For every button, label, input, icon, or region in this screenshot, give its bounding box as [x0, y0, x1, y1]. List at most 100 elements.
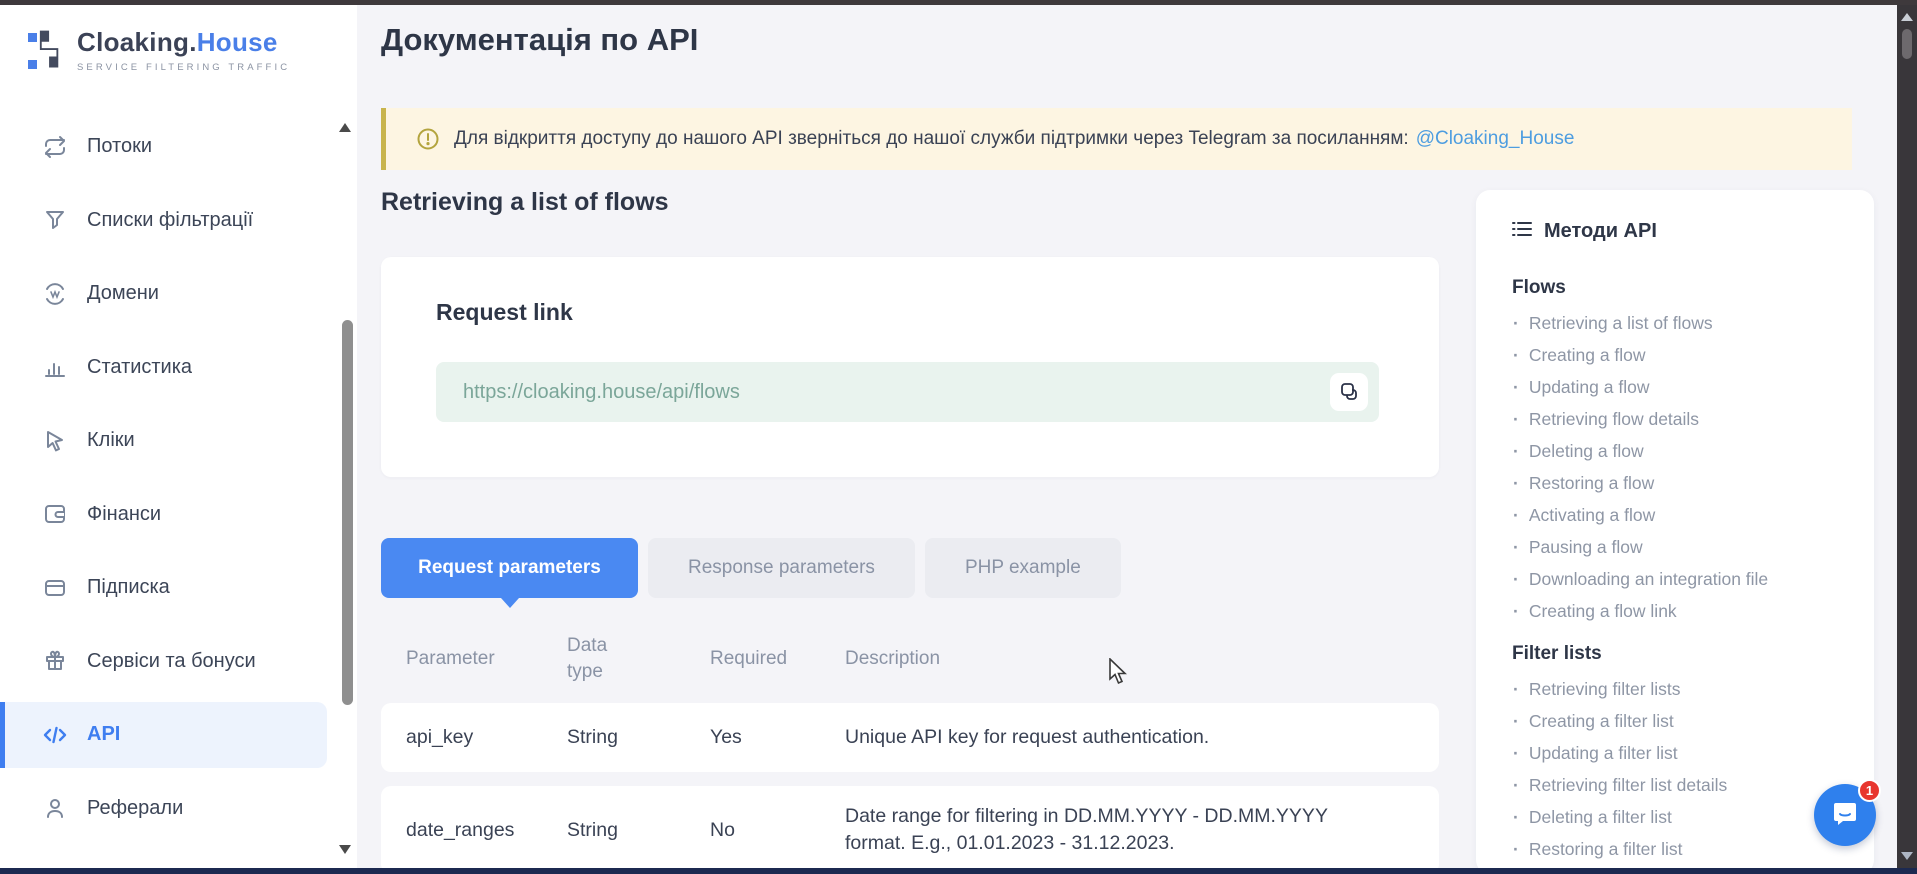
- clicks-icon: [41, 429, 69, 453]
- chat-widget-button[interactable]: 1: [1814, 784, 1876, 846]
- request-url: https://cloaking.house/api/flows: [463, 381, 740, 404]
- sidebar-item-subscription[interactable]: Підписка: [0, 551, 357, 625]
- method-link[interactable]: Updating a filter list: [1476, 737, 1874, 769]
- table-row: date_ranges String No Date range for fil…: [381, 786, 1439, 874]
- cell-data-type: String: [567, 726, 710, 749]
- method-link[interactable]: Creating a flow: [1476, 339, 1874, 371]
- sidebar-item-finances[interactable]: Фінанси: [0, 478, 357, 552]
- column-header-data-type: Data type: [567, 633, 710, 684]
- page-scrollbar[interactable]: [1897, 5, 1917, 868]
- methods-group-filter-lists: Filter lists: [1512, 643, 1874, 665]
- method-link[interactable]: Retrieving filter lists: [1476, 673, 1874, 705]
- method-link[interactable]: Updating a flow: [1476, 371, 1874, 403]
- table-row: api_key String Yes Unique API key for re…: [381, 703, 1439, 772]
- finances-icon: [41, 502, 69, 526]
- scrollbar-thumb[interactable]: [1902, 29, 1912, 59]
- column-header-description: Description: [845, 648, 1439, 670]
- tab-response-parameters[interactable]: Response parameters: [648, 538, 915, 598]
- list-icon: [1512, 220, 1532, 243]
- request-url-box: https://cloaking.house/api/flows: [436, 362, 1379, 422]
- methods-list-filter-lists: Retrieving filter lists Creating a filte…: [1476, 673, 1874, 865]
- sidebar-item-services[interactable]: Сервіси та бонуси: [0, 625, 357, 699]
- sidebar-scroll-down-arrow[interactable]: [339, 845, 351, 854]
- sidebar-item-label: Реферали: [87, 797, 183, 820]
- flows-icon: [41, 135, 69, 159]
- api-methods-panel: Методи API Flows Retrieving a list of fl…: [1476, 190, 1874, 874]
- method-link[interactable]: Creating a filter list: [1476, 705, 1874, 737]
- chat-icon: [1829, 797, 1861, 834]
- sidebar-item-filter-lists[interactable]: Списки фільтрації: [0, 184, 357, 258]
- subscription-icon: [41, 576, 69, 600]
- sidebar-item-statistics[interactable]: Статистика: [0, 331, 357, 405]
- column-header-required: Required: [710, 648, 845, 670]
- method-link[interactable]: Retrieving a list of flows: [1476, 307, 1874, 339]
- telegram-link[interactable]: @Cloaking_House: [1416, 128, 1575, 150]
- column-header-parameter: Parameter: [406, 648, 567, 670]
- method-link[interactable]: Restoring a filter list: [1476, 833, 1874, 865]
- method-link[interactable]: Downloading an integration file: [1476, 563, 1874, 595]
- app-window: Cloaking.House SERVICE FILTERING TRAFFIC…: [0, 0, 1917, 874]
- page-title: Документація по API: [381, 22, 698, 58]
- cell-required: No: [710, 819, 845, 842]
- api-methods-title: Методи API: [1544, 220, 1657, 243]
- sidebar-item-domains[interactable]: Домени: [0, 257, 357, 331]
- person-icon: [41, 796, 69, 820]
- brand-tagline: SERVICE FILTERING TRAFFIC: [77, 62, 290, 73]
- tab-php-example[interactable]: PHP example: [925, 538, 1121, 598]
- sidebar-item-label: Сервіси та бонуси: [87, 650, 256, 673]
- logo-text: Cloaking.House SERVICE FILTERING TRAFFIC: [77, 27, 290, 73]
- logo-mark-icon: [27, 27, 67, 80]
- copy-button[interactable]: [1330, 373, 1368, 411]
- sidebar-item-flows[interactable]: Потоки: [0, 110, 357, 184]
- filter-icon: [41, 208, 69, 232]
- cell-description: Date range for filtering in DD.MM.YYYY -…: [845, 803, 1439, 858]
- method-link[interactable]: Deleting a flow: [1476, 435, 1874, 467]
- chat-unread-badge: 1: [1858, 779, 1881, 802]
- sidebar-item-referrals[interactable]: Реферали: [0, 772, 357, 846]
- copy-icon: [1339, 381, 1359, 404]
- window-bottom-bar: [0, 868, 1917, 874]
- scroll-up-arrow[interactable]: [1901, 13, 1913, 21]
- window-top-bar: [0, 0, 1917, 5]
- sidebar-item-api[interactable]: API: [0, 698, 357, 772]
- method-link[interactable]: Restoring a flow: [1476, 467, 1874, 499]
- gift-icon: [41, 649, 69, 673]
- code-icon: [41, 723, 69, 747]
- sidebar-item-clicks[interactable]: Кліки: [0, 404, 357, 478]
- method-link[interactable]: Activating a flow: [1476, 499, 1874, 531]
- request-link-card: Request link https://cloaking.house/api/…: [381, 257, 1439, 477]
- sidebar-nav: Потоки Списки фільтрації Домени: [0, 110, 357, 845]
- scroll-down-arrow[interactable]: [1901, 852, 1913, 860]
- sidebar-item-label: Статистика: [87, 356, 192, 379]
- sidebar: Cloaking.House SERVICE FILTERING TRAFFIC…: [0, 5, 357, 868]
- sidebar-item-label: Потоки: [87, 135, 152, 158]
- sidebar-item-label: API: [87, 723, 120, 746]
- method-link[interactable]: Retrieving filter list details: [1476, 769, 1874, 801]
- sidebar-item-label: Підписка: [87, 576, 170, 599]
- section-title: Retrieving a list of flows: [381, 188, 669, 217]
- sidebar-item-label: Списки фільтрації: [87, 209, 253, 232]
- cell-parameter: api_key: [406, 726, 567, 749]
- brand-name: Cloaking.House: [77, 27, 290, 58]
- methods-list-flows: Retrieving a list of flows Creating a fl…: [1476, 307, 1874, 627]
- method-link[interactable]: Pausing a flow: [1476, 531, 1874, 563]
- api-methods-header: Методи API: [1512, 220, 1874, 243]
- notice-banner: Для відкриття доступу до нашого API звер…: [381, 108, 1852, 170]
- parameter-tabs: Request parameters Response parameters P…: [381, 538, 1121, 598]
- logo[interactable]: Cloaking.House SERVICE FILTERING TRAFFIC: [27, 27, 290, 80]
- table-header: Parameter Data type Required Description: [381, 615, 1439, 703]
- cell-description: Unique API key for request authenticatio…: [845, 724, 1439, 751]
- sidebar-item-label: Фінанси: [87, 503, 161, 526]
- cell-parameter: date_ranges: [406, 819, 567, 842]
- notice-text: Для відкриття доступу до нашого API звер…: [454, 128, 1409, 150]
- methods-group-flows: Flows: [1512, 277, 1874, 299]
- statistics-icon: [41, 355, 69, 379]
- tab-request-parameters[interactable]: Request parameters: [381, 538, 638, 598]
- domains-icon: [41, 282, 69, 306]
- method-link[interactable]: Creating a flow link: [1476, 595, 1874, 627]
- sidebar-scrollbar-thumb[interactable]: [342, 320, 353, 705]
- sidebar-scroll-up-arrow[interactable]: [339, 123, 351, 132]
- sidebar-item-label: Кліки: [87, 429, 135, 452]
- sidebar-item-label: Домени: [87, 282, 159, 305]
- method-link[interactable]: Retrieving flow details: [1476, 403, 1874, 435]
